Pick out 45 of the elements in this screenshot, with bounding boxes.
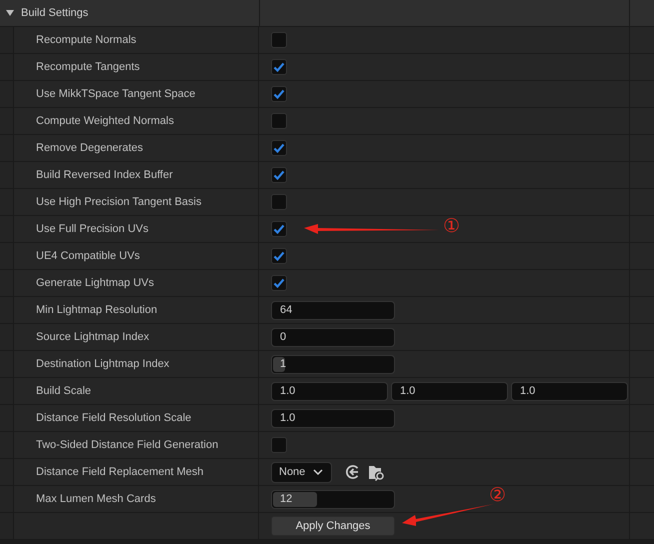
checkbox[interactable] [271,140,287,156]
property-label: Recompute Normals [36,34,136,46]
property-label: Distance Field Resolution Scale [36,412,192,424]
checkbox[interactable] [271,275,287,291]
property-label: Remove Degenerates [36,142,144,154]
slider-field[interactable]: 1 [271,354,395,374]
checkbox[interactable] [271,32,287,48]
checkbox[interactable] [271,248,287,264]
property-label: Distance Field Replacement Mesh [36,466,204,478]
checkbox[interactable] [271,167,287,183]
property-label: UE4 Compatible UVs [36,250,140,262]
property-label: Use High Precision Tangent Basis [36,196,202,208]
annotation-number: ② [489,484,506,506]
property-label: Generate Lightmap UVs [36,277,154,289]
vector-field[interactable]: 1.0 [511,382,628,400]
property-label: Use Full Precision UVs [36,223,148,235]
property-label: Destination Lightmap Index [36,358,170,370]
number-field[interactable]: 1.0 [271,408,395,428]
property-label: Build Reversed Index Buffer [36,169,173,181]
asset-dropdown[interactable]: None [271,462,332,482]
vector-field[interactable]: 1.0 [391,382,508,400]
property-label: Use MikkTSpace Tangent Space [36,88,196,100]
slider-field[interactable]: 12 [271,490,395,508]
number-field[interactable]: 64 [271,300,395,320]
checkbox[interactable] [271,437,287,453]
property-label: Max Lumen Mesh Cards [36,493,156,505]
vector-field[interactable]: 1.0 [271,382,388,400]
annotation-number: ① [443,215,460,237]
checkbox[interactable] [271,86,287,102]
apply-changes-button[interactable]: Apply Changes [271,516,395,536]
folder-search-icon[interactable] [368,464,386,480]
property-label: Min Lightmap Resolution [36,304,158,316]
number-field[interactable]: 0 [271,328,395,346]
caret-icon [313,469,324,475]
checkbox[interactable] [271,59,287,75]
checkbox[interactable] [271,221,287,237]
property-label: Build Scale [36,385,92,397]
section-title: Build Settings [21,7,88,19]
property-label: Source Lightmap Index [36,331,150,343]
property-label: Two-Sided Distance Field Generation [36,439,218,451]
collapse-arrow-icon[interactable] [5,9,15,17]
checkbox[interactable] [271,113,287,129]
property-label: Recompute Tangents [36,61,140,73]
checkbox[interactable] [271,194,287,210]
property-label: Compute Weighted Normals [36,115,174,127]
